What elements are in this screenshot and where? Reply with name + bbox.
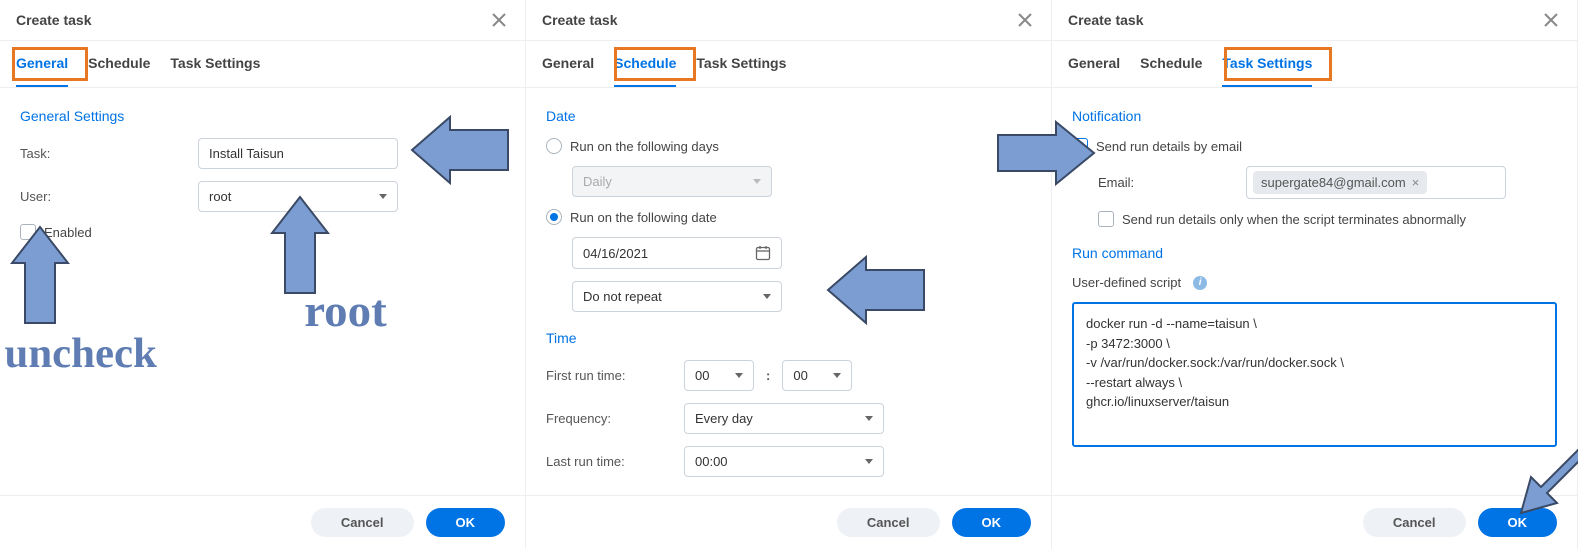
dialog-title: Create task <box>1068 12 1541 28</box>
frequency-select[interactable]: Every day <box>684 403 884 434</box>
close-icon[interactable] <box>1541 10 1561 30</box>
frequency-label: Frequency: <box>546 411 676 426</box>
tab-task-settings[interactable]: Task Settings <box>696 41 786 87</box>
date-value: 04/16/2021 <box>583 246 648 261</box>
repeat-select[interactable]: Do not repeat <box>572 281 782 312</box>
tab-schedule[interactable]: Schedule <box>1140 41 1202 87</box>
calendar-icon <box>755 245 771 261</box>
dialog-title: Create task <box>542 12 1015 28</box>
chevron-down-icon <box>379 194 387 199</box>
days-select: Daily <box>572 166 772 197</box>
tab-general[interactable]: General <box>542 41 594 87</box>
tab-schedule[interactable]: Schedule <box>88 41 150 87</box>
ok-button[interactable]: OK <box>426 508 506 537</box>
dialog-header: Create task <box>526 0 1051 41</box>
tab-general[interactable]: General <box>1068 41 1120 87</box>
dialog-footer: Cancel OK <box>526 495 1051 549</box>
email-chip: supergate84@gmail.com × <box>1253 171 1427 194</box>
section-run-command: Run command <box>1072 245 1557 261</box>
send-email-checkbox[interactable] <box>1072 138 1088 154</box>
first-run-hour-select[interactable]: 00 <box>684 360 754 391</box>
radio-following-date[interactable] <box>546 209 562 225</box>
tab-schedule[interactable]: Schedule <box>614 41 676 87</box>
date-input[interactable]: 04/16/2021 <box>572 237 782 269</box>
enabled-checkbox[interactable] <box>20 224 36 240</box>
task-label: Task: <box>20 146 190 161</box>
tab-bar: General Schedule Task Settings <box>526 41 1051 88</box>
enabled-label: Enabled <box>44 225 92 240</box>
panel-body: Date Run on the following days Daily Run… <box>526 88 1051 495</box>
info-icon[interactable]: i <box>1193 276 1207 290</box>
script-textarea[interactable]: docker run -d --name=taisun \ -p 3472:30… <box>1072 302 1557 447</box>
first-run-hour-value: 00 <box>695 368 709 383</box>
first-run-label: First run time: <box>546 368 676 383</box>
abnormal-only-label: Send run details only when the script te… <box>1122 212 1466 227</box>
dialog-footer: Cancel OK <box>1052 495 1577 549</box>
create-task-panel-general: Create task General Schedule Task Settin… <box>0 0 526 549</box>
radio-following-days[interactable] <box>546 138 562 154</box>
send-email-label: Send run details by email <box>1096 139 1242 154</box>
panel-body: Notification Send run details by email E… <box>1052 88 1577 495</box>
first-run-minute-value: 00 <box>793 368 807 383</box>
email-chip-value: supergate84@gmail.com <box>1261 175 1406 190</box>
chevron-down-icon <box>763 294 771 299</box>
time-colon: : <box>762 368 774 383</box>
chevron-down-icon <box>735 373 743 378</box>
create-task-panel-schedule: Create task General Schedule Task Settin… <box>526 0 1052 549</box>
dialog-header: Create task <box>1052 0 1577 41</box>
dialog-footer: Cancel OK <box>0 495 525 549</box>
tab-bar: General Schedule Task Settings <box>0 41 525 88</box>
email-input[interactable]: supergate84@gmail.com × <box>1246 166 1506 199</box>
days-select-value: Daily <box>583 174 612 189</box>
chevron-down-icon <box>865 459 873 464</box>
last-run-label: Last run time: <box>546 454 676 469</box>
task-input[interactable] <box>198 138 398 169</box>
chevron-down-icon <box>753 179 761 184</box>
create-task-panel-tasksettings: Create task General Schedule Task Settin… <box>1052 0 1578 549</box>
cancel-button[interactable]: Cancel <box>837 508 940 537</box>
section-date: Date <box>546 108 1031 124</box>
radio-following-date-label: Run on the following date <box>570 210 717 225</box>
last-run-value: 00:00 <box>695 454 728 469</box>
frequency-value: Every day <box>695 411 753 426</box>
tab-task-settings[interactable]: Task Settings <box>1222 41 1312 87</box>
cancel-button[interactable]: Cancel <box>311 508 414 537</box>
user-select[interactable]: root <box>198 181 398 212</box>
section-time: Time <box>546 330 1031 346</box>
script-label: User-defined script <box>1072 275 1181 290</box>
abnormal-only-checkbox[interactable] <box>1098 211 1114 227</box>
tab-bar: General Schedule Task Settings <box>1052 41 1577 88</box>
tab-general[interactable]: General <box>16 41 68 87</box>
tab-task-settings[interactable]: Task Settings <box>170 41 260 87</box>
close-icon[interactable] <box>1015 10 1035 30</box>
close-icon[interactable] <box>489 10 509 30</box>
dialog-header: Create task <box>0 0 525 41</box>
section-general-settings: General Settings <box>20 108 505 124</box>
last-run-select[interactable]: 00:00 <box>684 446 884 477</box>
dialog-title: Create task <box>16 12 489 28</box>
user-select-value: root <box>209 189 231 204</box>
ok-button[interactable]: OK <box>1478 508 1558 537</box>
radio-following-days-label: Run on the following days <box>570 139 719 154</box>
chevron-down-icon <box>865 416 873 421</box>
first-run-minute-select[interactable]: 00 <box>782 360 852 391</box>
ok-button[interactable]: OK <box>952 508 1032 537</box>
email-label: Email: <box>1098 175 1238 190</box>
repeat-value: Do not repeat <box>583 289 662 304</box>
remove-email-icon[interactable]: × <box>1412 175 1420 190</box>
panel-body: General Settings Task: User: root Enable… <box>0 88 525 495</box>
cancel-button[interactable]: Cancel <box>1363 508 1466 537</box>
section-notification: Notification <box>1072 108 1557 124</box>
chevron-down-icon <box>833 373 841 378</box>
user-label: User: <box>20 189 190 204</box>
